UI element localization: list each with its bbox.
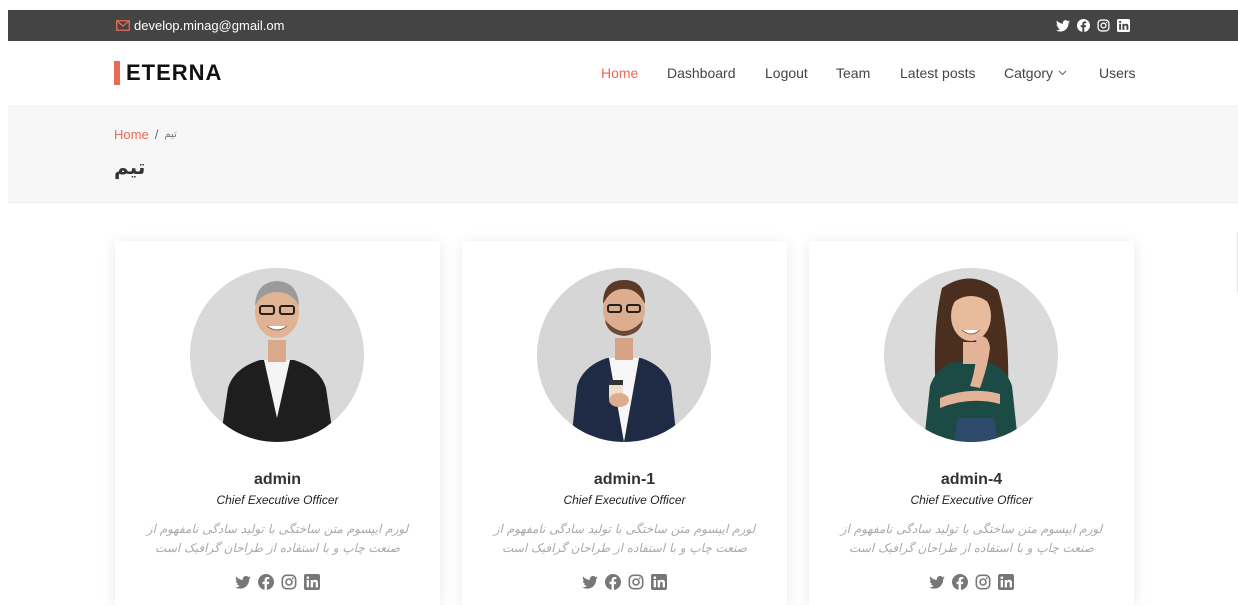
contact-email[interactable]: develop.minag@gmail.om — [116, 10, 285, 41]
breadcrumb-separator: / — [154, 127, 159, 142]
twitter-icon[interactable] — [1056, 19, 1070, 33]
instagram-icon[interactable] — [1096, 19, 1110, 33]
page-title: تیم — [114, 155, 146, 179]
linkedin-icon[interactable] — [998, 574, 1014, 590]
team-member-role: Chief Executive Officer — [563, 493, 686, 507]
twitter-icon[interactable] — [235, 574, 251, 590]
twitter-icon[interactable] — [582, 574, 598, 590]
team-member-bio: لورم ایپسوم متن ساختگی با تولید سادگی نا… — [829, 520, 1114, 558]
bio-line: صنعت چاپ و با استفاده از طراحان گرافیک ا… — [502, 541, 747, 555]
nav-logout[interactable]: Logout — [765, 41, 808, 105]
team-member-photo — [884, 268, 1058, 442]
team-member-socials — [115, 574, 440, 590]
linkedin-icon[interactable] — [1116, 19, 1130, 33]
facebook-icon[interactable] — [1076, 19, 1090, 33]
breadcrumb: Home / تیم — [114, 127, 177, 142]
facebook-icon[interactable] — [258, 574, 274, 590]
envelope-icon — [116, 20, 130, 31]
bio-line: صنعت چاپ و با استفاده از طراحان گرافیک ا… — [155, 541, 400, 555]
breadcrumb-section: Home / تیم تیم — [8, 105, 1238, 203]
team-member-bio: لورم ایپسوم متن ساختگی با تولید سادگی نا… — [135, 520, 420, 558]
bio-line: صنعت چاپ و با استفاده از طراحان گرافیک ا… — [849, 541, 1094, 555]
instagram-icon[interactable] — [281, 574, 297, 590]
team-member-socials — [462, 574, 787, 590]
nav-team[interactable]: Team — [836, 41, 870, 105]
top-bar: develop.minag@gmail.om — [8, 10, 1238, 41]
team-member-card: admin-1 Chief Executive Officer لورم ایپ… — [462, 241, 787, 605]
bio-line: لورم ایپسوم متن ساختگی با تولید سادگی نا… — [493, 522, 756, 536]
team-member-photo — [190, 268, 364, 442]
team-member-photo — [537, 268, 711, 442]
nav-users[interactable]: Users — [1099, 41, 1136, 105]
instagram-icon[interactable] — [628, 574, 644, 590]
twitter-icon[interactable] — [929, 574, 945, 590]
team-member-role: Chief Executive Officer — [910, 493, 1033, 507]
team-member-name: admin-1 — [593, 471, 656, 488]
team-member-name: admin-4 — [940, 471, 1003, 488]
team-member-role: Chief Executive Officer — [216, 493, 339, 507]
team-member-card: admin Chief Executive Officer لورم ایپسو… — [115, 241, 440, 605]
linkedin-icon[interactable] — [651, 574, 667, 590]
team-member-bio: لورم ایپسوم متن ساختگی با تولید سادگی نا… — [482, 520, 767, 558]
main-nav: Home Dashboard Logout Team Latest posts … — [8, 41, 1238, 105]
nav-category-label: Catgory — [1004, 65, 1054, 81]
facebook-icon[interactable] — [605, 574, 621, 590]
team-member-card: admin-4 Chief Executive Officer لورم ایپ… — [809, 241, 1134, 605]
nav-home[interactable]: Home — [601, 41, 638, 105]
instagram-icon[interactable] — [975, 574, 991, 590]
bio-line: لورم ایپسوم متن ساختگی با تولید سادگی نا… — [840, 522, 1103, 536]
chevron-down-icon — [1058, 70, 1067, 76]
team-member-name: admin — [253, 471, 302, 488]
contact-email-text: develop.minag@gmail.om — [134, 18, 285, 33]
nav-latest-posts[interactable]: Latest posts — [900, 41, 976, 105]
linkedin-icon[interactable] — [304, 574, 320, 590]
team-member-socials — [809, 574, 1134, 590]
breadcrumb-home-link[interactable]: Home — [114, 127, 149, 142]
facebook-icon[interactable] — [952, 574, 968, 590]
breadcrumb-current: تیم — [164, 129, 177, 140]
nav-category[interactable]: Catgory — [1004, 41, 1067, 105]
nav-dashboard[interactable]: Dashboard — [667, 41, 736, 105]
bio-line: لورم ایپسوم متن ساختگی با تولید سادگی نا… — [146, 522, 409, 536]
site-header: ETERNA Home Dashboard Logout Team Latest… — [8, 41, 1238, 105]
topbar-socials — [1056, 10, 1130, 41]
